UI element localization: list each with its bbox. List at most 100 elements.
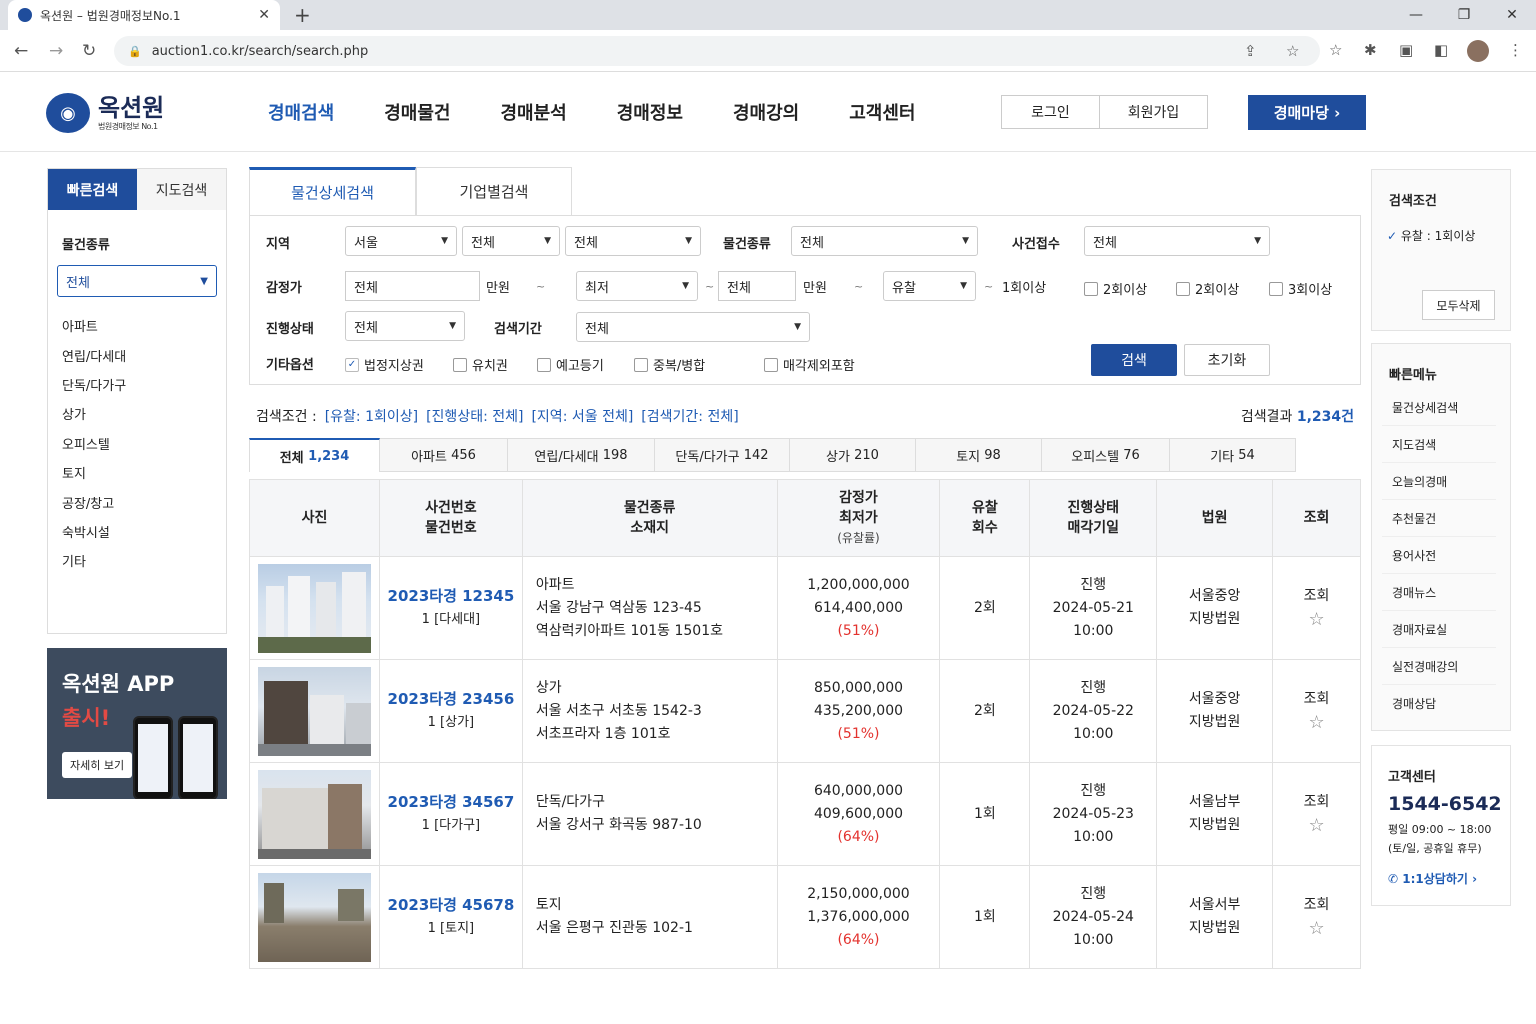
quick-menu-item[interactable]: 지도검색 xyxy=(1382,426,1496,463)
cs-consult-link[interactable]: ✆ 1:1상담하기 › xyxy=(1388,870,1510,887)
quick-menu-item[interactable]: 용어사전 xyxy=(1382,537,1496,574)
extension-icon[interactable]: ▣ xyxy=(1399,41,1413,59)
property-photo[interactable] xyxy=(257,872,371,962)
bookmark-star-icon[interactable]: ☆ xyxy=(1286,42,1299,60)
search-button[interactable]: 검색 xyxy=(1091,344,1177,376)
list-item[interactable]: 단독/다가구 xyxy=(62,370,226,399)
table-row[interactable]: 2023타경 45678 1 [토지] 토지 서울 은평구 진관동 102-1 2,15… xyxy=(249,865,1361,969)
favorite-star-icon[interactable]: ☆ xyxy=(1273,608,1360,631)
case-number-link[interactable]: 2023타경 23456 xyxy=(380,688,522,711)
app-banner[interactable]: 옥션원 APP 출시! 자세히 보기 xyxy=(47,648,227,799)
case-number-link[interactable]: 2023타경 45678 xyxy=(380,894,522,917)
tab-company-search[interactable]: 기업별검색 xyxy=(416,167,572,215)
property-photo[interactable] xyxy=(257,769,371,859)
favorite-star-icon[interactable]: ☆ xyxy=(1273,711,1360,734)
fail-3-checkbox[interactable]: 3회이상 xyxy=(1269,279,1332,298)
category-tab-officetel[interactable]: 오피스텔 76 xyxy=(1042,438,1170,472)
property-photo[interactable] xyxy=(257,666,371,756)
list-item[interactable]: 공장/창고 xyxy=(62,487,226,516)
menu-kebab-icon[interactable]: ⋮ xyxy=(1508,41,1523,59)
fail-2-checkbox[interactable]: 2회이상 xyxy=(1084,279,1147,298)
appraisal-select[interactable]: 최저 ▼ xyxy=(576,271,698,301)
option-merge-checkbox[interactable]: 중복/병합 xyxy=(634,355,705,374)
clear-all-button[interactable]: 모두삭제 xyxy=(1422,290,1495,320)
list-item[interactable]: 토지 xyxy=(62,458,226,487)
fail-select[interactable]: 유찰 ▼ xyxy=(883,271,976,301)
favorite-star-icon[interactable]: ☆ xyxy=(1273,917,1360,940)
nav-auction-analysis[interactable]: 경매분석 xyxy=(501,99,567,125)
period-select[interactable]: 전체 ▼ xyxy=(576,312,810,342)
tab-quick-search[interactable]: 빠른검색 xyxy=(48,169,137,210)
favorite-star-icon[interactable]: ☆ xyxy=(1273,814,1360,837)
case-select[interactable]: 전체 ▼ xyxy=(1084,226,1270,256)
nav-customer-center[interactable]: 고객센터 xyxy=(849,99,915,125)
app-more-button[interactable]: 자세히 보기 xyxy=(62,752,133,778)
star-outline-icon[interactable]: ☆ xyxy=(1329,41,1342,59)
reset-button[interactable]: 초기화 xyxy=(1184,344,1270,376)
sidepanel-icon[interactable]: ◧ xyxy=(1434,41,1448,59)
table-row[interactable]: 2023타경 12345 1 [다세대] 아파트 서울 강남구 역삼동 123-45 역… xyxy=(249,556,1361,660)
nav-auction-items[interactable]: 경매물건 xyxy=(384,99,450,125)
fail-2b-checkbox[interactable]: 2회이상 xyxy=(1176,279,1239,298)
tab-map-search[interactable]: 지도검색 xyxy=(137,169,226,210)
login-button[interactable]: 로그인 xyxy=(1001,95,1100,129)
quick-menu-item[interactable]: 경매자료실 xyxy=(1382,611,1496,648)
case-number-link[interactable]: 2023타경 12345 xyxy=(380,585,522,608)
window-close-icon[interactable]: ✕ xyxy=(1488,0,1536,30)
region-select-2[interactable]: 전체 ▼ xyxy=(462,226,560,256)
option-notice-checkbox[interactable]: 예고등기 xyxy=(537,355,604,374)
option-legal-surface-checkbox[interactable]: ✓ 법정지상권 xyxy=(345,355,424,374)
nav-auction-lecture[interactable]: 경매강의 xyxy=(733,99,799,125)
quick-menu-item[interactable]: 물건상세검색 xyxy=(1382,389,1496,426)
reload-icon[interactable]: ↻ xyxy=(82,41,96,61)
signup-button[interactable]: 회원가입 xyxy=(1099,95,1208,129)
quick-menu-item[interactable]: 오늘의경매 xyxy=(1382,463,1496,500)
category-tab-etc[interactable]: 기타 54 xyxy=(1170,438,1296,472)
category-tab-house[interactable]: 단독/다가구 142 xyxy=(655,438,790,472)
list-item[interactable]: 아파트 xyxy=(62,311,226,340)
category-tab-land[interactable]: 토지 98 xyxy=(916,438,1042,472)
back-icon[interactable]: ← xyxy=(14,41,28,61)
tab-detail-search[interactable]: 물건상세검색 xyxy=(249,167,416,215)
browser-tab[interactable]: 옥션원 – 법원경매정보No.1 ✕ xyxy=(8,0,280,30)
list-item[interactable]: 오피스텔 xyxy=(62,429,226,458)
auction-madang-button[interactable]: 경매마당 › xyxy=(1248,95,1366,130)
table-row[interactable]: 2023타경 23456 1 [상가] 상가 서울 서초구 서초동 1542-3 서초프… xyxy=(249,659,1361,763)
nav-auction-info[interactable]: 경매정보 xyxy=(617,99,683,125)
restore-icon[interactable]: ❐ xyxy=(1440,0,1488,30)
type-select[interactable]: 전체 ▼ xyxy=(791,226,978,256)
category-tab-all[interactable]: 전체 1,234 xyxy=(249,438,380,472)
category-tab-villa[interactable]: 연립/다세대 198 xyxy=(508,438,655,472)
category-tab-store[interactable]: 상가 210 xyxy=(790,438,916,472)
new-tab-icon[interactable]: + xyxy=(294,3,311,27)
option-exclude-checkbox[interactable]: 매각제외포함 xyxy=(764,355,855,374)
appraisal-to-input[interactable]: 전체 xyxy=(718,271,796,301)
puzzle-icon[interactable]: ✱ xyxy=(1364,41,1377,59)
item-type-select[interactable]: 전체 ▼ xyxy=(57,265,217,297)
list-item[interactable]: 상가 xyxy=(62,399,226,428)
profile-avatar[interactable] xyxy=(1467,40,1489,62)
option-lien-checkbox[interactable]: 유치권 xyxy=(453,355,508,374)
status-select[interactable]: 전체 ▼ xyxy=(345,311,465,341)
property-photo[interactable] xyxy=(257,563,371,653)
list-item[interactable]: 숙박시설 xyxy=(62,517,226,546)
nav-auction-search[interactable]: 경매검색 xyxy=(268,99,334,125)
url-bar[interactable]: 🔒 auction1.co.kr/search/search.php ⇪ ☆ xyxy=(114,36,1320,66)
region-select-3[interactable]: 전체 ▼ xyxy=(565,226,701,256)
region-select-1[interactable]: 서울 ▼ xyxy=(345,226,457,256)
minimize-icon[interactable]: — xyxy=(1392,0,1440,30)
appraisal-from-input[interactable]: 전체 xyxy=(345,271,480,301)
list-item[interactable]: 기타 xyxy=(62,546,226,575)
table-row[interactable]: 2023타경 34567 1 [다가구] 단독/다가구 서울 강서구 화곡동 987-… xyxy=(249,762,1361,866)
quick-menu-item[interactable]: 경매뉴스 xyxy=(1382,574,1496,611)
logo[interactable]: ◉ 옥션원 법원경매정보 No.1 xyxy=(46,93,164,133)
quick-menu-item[interactable]: 경매상담 xyxy=(1382,685,1496,722)
close-tab-icon[interactable]: ✕ xyxy=(258,7,270,23)
quick-menu-item[interactable]: 추천물건 xyxy=(1382,500,1496,537)
list-item[interactable]: 연립/다세대 xyxy=(62,340,226,369)
forward-icon[interactable]: → xyxy=(49,41,63,61)
case-number-link[interactable]: 2023타경 34567 xyxy=(380,791,522,814)
quick-menu-item[interactable]: 실전경매강의 xyxy=(1382,648,1496,685)
category-tab-apt[interactable]: 아파트 456 xyxy=(380,438,508,472)
share-icon[interactable]: ⇪ xyxy=(1244,42,1257,60)
